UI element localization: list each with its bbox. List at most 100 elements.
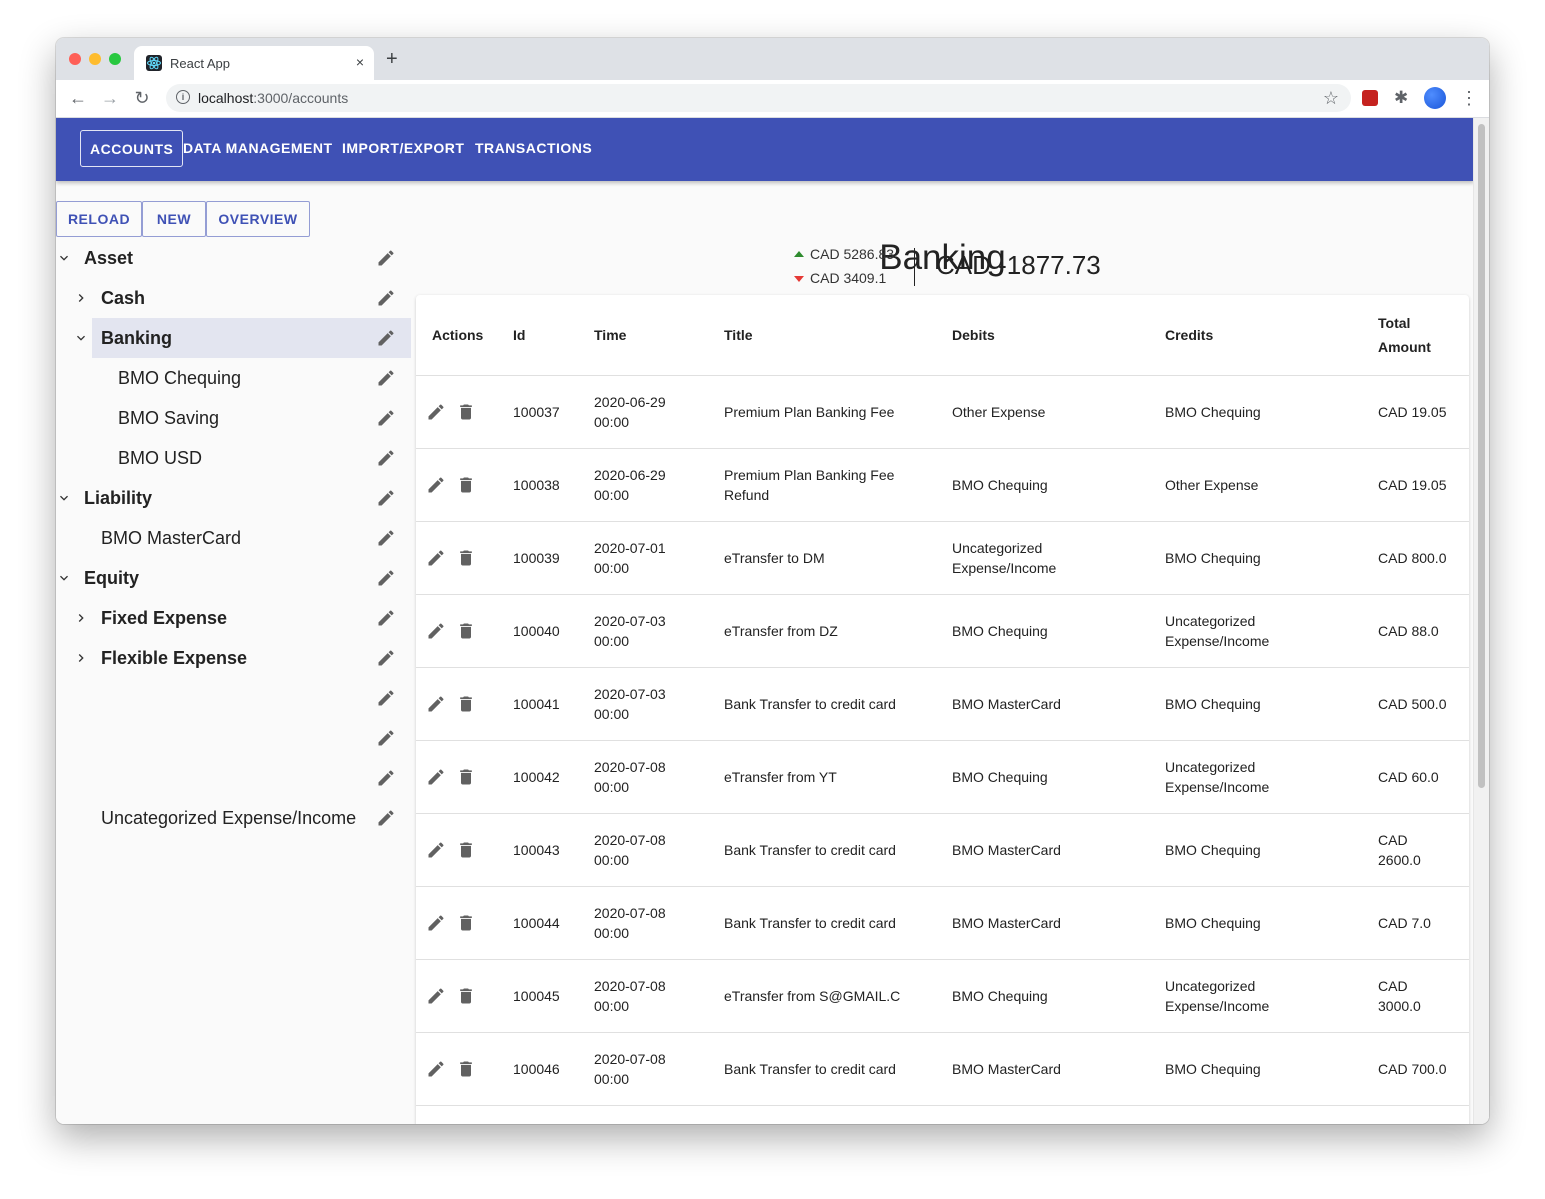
extension-icon[interactable] — [1362, 90, 1378, 106]
tree-item[interactable]: BMO Saving — [56, 398, 411, 438]
pencil-icon[interactable] — [376, 288, 396, 308]
trash-icon[interactable] — [456, 475, 476, 495]
page-scrollbar[interactable] — [1473, 118, 1489, 1124]
pencil-icon[interactable] — [376, 328, 396, 348]
down-arrow-icon — [794, 276, 804, 282]
tree-item-label: Banking — [101, 328, 173, 348]
chevron-down-icon[interactable] — [56, 570, 72, 586]
trash-icon[interactable] — [456, 840, 476, 860]
pencil-icon[interactable] — [376, 728, 396, 748]
tree-item[interactable]: BMO USD — [56, 438, 411, 478]
pencil-icon[interactable] — [376, 408, 396, 428]
trash-icon[interactable] — [456, 767, 476, 787]
cell-title: eTransfer from S@GMAIL.C — [724, 988, 901, 1004]
chevron-right-icon[interactable] — [73, 650, 89, 666]
forward-arrow-icon[interactable]: → — [100, 88, 120, 108]
trash-icon[interactable] — [456, 402, 476, 422]
column-header-debits[interactable]: Debits — [952, 323, 995, 347]
pencil-icon[interactable] — [426, 475, 446, 495]
minimize-window-button[interactable] — [89, 53, 101, 65]
pencil-icon[interactable] — [426, 1059, 446, 1079]
pencil-icon[interactable] — [376, 648, 396, 668]
cell-time: 2020-07-08 00:00 — [594, 1049, 666, 1089]
pencil-icon[interactable] — [426, 694, 446, 714]
pencil-icon[interactable] — [426, 986, 446, 1006]
pencil-icon[interactable] — [376, 528, 396, 548]
pencil-icon[interactable] — [376, 368, 396, 388]
pencil-icon[interactable] — [376, 448, 396, 468]
pencil-icon[interactable] — [376, 608, 396, 628]
close-window-button[interactable] — [69, 53, 81, 65]
chevron-right-icon[interactable] — [73, 290, 89, 306]
trash-icon[interactable] — [456, 1059, 476, 1079]
column-header-title[interactable]: Title — [724, 323, 753, 347]
tree-item[interactable] — [56, 758, 411, 798]
new-button[interactable]: NEW — [142, 201, 206, 237]
tree-item[interactable]: Cash — [56, 278, 411, 318]
pencil-icon[interactable] — [376, 488, 396, 508]
chevron-right-icon[interactable] — [73, 610, 89, 626]
trash-icon[interactable] — [456, 548, 476, 568]
column-header-id[interactable]: Id — [513, 323, 525, 347]
pencil-icon[interactable] — [426, 767, 446, 787]
reload-button[interactable]: RELOAD — [56, 201, 142, 237]
pencil-icon[interactable] — [426, 621, 446, 641]
chevron-down-icon[interactable] — [56, 250, 72, 266]
browser-menu-icon[interactable]: ⋮ — [1460, 88, 1478, 108]
pencil-icon[interactable] — [426, 913, 446, 933]
back-arrow-icon[interactable]: ← — [68, 88, 88, 108]
bookmark-star-icon[interactable]: ☆ — [1323, 88, 1339, 108]
address-bar[interactable]: i localhost:3000/accounts ☆ — [166, 84, 1351, 112]
cell-credit: BMO Chequing — [1165, 1061, 1261, 1077]
scrollbar-thumb[interactable] — [1478, 124, 1485, 788]
tree-item[interactable]: Asset — [56, 238, 411, 278]
tree-item[interactable]: Fixed Expense — [56, 598, 411, 638]
nav-data-management[interactable]: DATA MANAGEMENT — [174, 130, 342, 167]
reload-icon[interactable]: ↻ — [132, 88, 152, 108]
column-header-total[interactable]: Total Amount — [1378, 311, 1431, 359]
nav-accounts[interactable]: ACCOUNTS — [80, 130, 184, 167]
tree-item[interactable]: BMO MasterCard — [56, 518, 411, 558]
chevron-down-icon[interactable] — [56, 490, 72, 506]
browser-tab[interactable]: React App × — [134, 46, 374, 80]
react-logo-icon — [146, 55, 162, 71]
pencil-icon[interactable] — [426, 840, 446, 860]
maximize-window-button[interactable] — [109, 53, 121, 65]
nav-import-export[interactable]: IMPORT/EXPORT — [333, 130, 473, 167]
chevron-down-icon[interactable] — [73, 330, 89, 346]
profile-avatar[interactable] — [1424, 87, 1446, 109]
pencil-icon[interactable] — [426, 402, 446, 422]
new-tab-button[interactable]: + — [386, 49, 398, 69]
tree-item[interactable]: BMO Chequing — [56, 358, 411, 398]
tree-item[interactable] — [56, 678, 411, 718]
tree-item[interactable]: Banking — [56, 318, 411, 358]
puzzle-extensions-icon[interactable]: ✱ — [1394, 89, 1412, 107]
cell-amount: CAD 2600.0 — [1378, 832, 1421, 868]
pencil-icon[interactable] — [426, 548, 446, 568]
column-header-time[interactable]: Time — [594, 323, 626, 347]
pencil-icon[interactable] — [376, 768, 396, 788]
pencil-icon[interactable] — [376, 688, 396, 708]
cell-id: 100038 — [513, 477, 560, 493]
tree-item[interactable]: Flexible Expense — [56, 638, 411, 678]
cell-time: 2020-07-03 00:00 — [594, 684, 666, 724]
tab-close-icon[interactable]: × — [356, 53, 364, 71]
trash-icon[interactable] — [456, 913, 476, 933]
tree-item[interactable] — [56, 718, 411, 758]
column-header-credits[interactable]: Credits — [1165, 323, 1213, 347]
trash-icon[interactable] — [456, 986, 476, 1006]
pencil-icon[interactable] — [376, 248, 396, 268]
pencil-icon[interactable] — [376, 568, 396, 588]
tree-item[interactable]: Equity — [56, 558, 411, 598]
overview-button[interactable]: OVERVIEW — [206, 201, 310, 237]
trash-icon[interactable] — [456, 694, 476, 714]
cell-credit: Uncategorized Expense/Income — [1165, 613, 1270, 649]
pencil-icon[interactable] — [376, 808, 396, 828]
tree-item[interactable]: Liability — [56, 478, 411, 518]
table-row: 100045 2020-07-08 00:00 eTransfer from S@GM… — [416, 960, 1469, 1033]
site-info-icon[interactable]: i — [176, 90, 190, 104]
tree-item[interactable]: Uncategorized Expense/Income — [56, 798, 411, 838]
nav-transactions[interactable]: TRANSACTIONS — [466, 130, 601, 167]
tab-title: React App — [170, 56, 230, 71]
trash-icon[interactable] — [456, 621, 476, 641]
